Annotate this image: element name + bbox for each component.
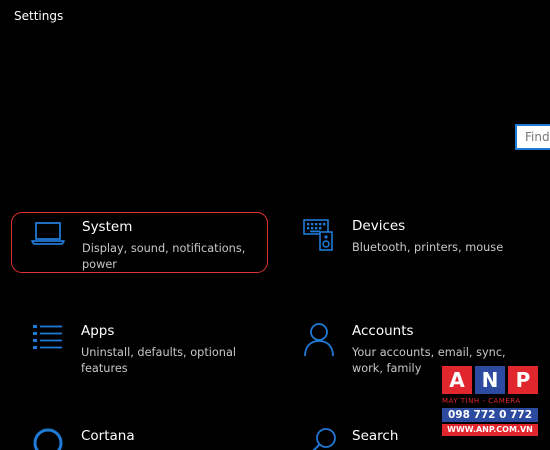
tile-cortana-label: Cortana	[81, 428, 135, 444]
tile-devices-desc: Bluetooth, printers, mouse	[352, 241, 504, 254]
tile-devices[interactable]: Devices Bluetooth, printers, mouse	[282, 212, 539, 273]
tile-apps-desc: Uninstall, defaults, optional features	[81, 346, 237, 375]
person-icon	[302, 321, 338, 357]
window-title: Settings	[14, 9, 64, 23]
watermark-tagline: MÁY TÍNH - CAMERA	[442, 397, 521, 405]
tile-search-label: Search	[352, 428, 399, 444]
tile-devices-label: Devices	[352, 218, 406, 234]
watermark-letter-a: A	[442, 366, 472, 394]
tile-system-label: System	[82, 219, 133, 235]
settings-window: Settings System Display, sound, notifica…	[0, 0, 550, 450]
tile-apps[interactable]: Apps Uninstall, defaults, optional featu…	[11, 317, 268, 378]
search-box[interactable]	[515, 124, 550, 150]
tile-system-desc: Display, sound, notifications, power	[82, 242, 246, 271]
watermark-url: WWW.ANP.COM.VN	[442, 424, 538, 436]
tile-accounts-label: Accounts	[352, 323, 414, 339]
laptop-icon	[30, 219, 66, 255]
tile-cortana[interactable]: Cortana	[11, 422, 268, 450]
apps-list-icon	[31, 323, 67, 359]
watermark-letter-n: N	[475, 366, 505, 394]
tile-system[interactable]: System Display, sound, notifications, po…	[11, 212, 268, 273]
keyboard-speaker-icon	[302, 218, 338, 254]
magnifier-icon	[306, 426, 342, 450]
watermark-letter-p: P	[508, 366, 538, 394]
tile-apps-label: Apps	[81, 323, 115, 339]
watermark-phone: 098 772 0 772	[442, 408, 538, 422]
anp-watermark: A N P MÁY TÍNH - CAMERA 098 772 0 772 WW…	[442, 366, 538, 450]
cortana-circle-icon	[31, 426, 67, 450]
search-input[interactable]	[517, 126, 550, 148]
